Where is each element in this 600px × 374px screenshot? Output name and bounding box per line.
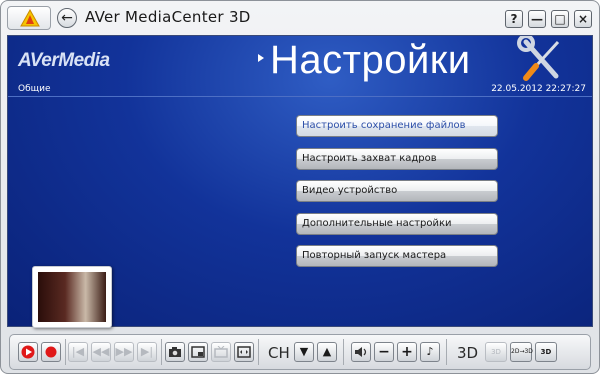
arrow-up-icon: ▲ [322,345,332,358]
app-window: ← AVer MediaCenter 3D ? — □ × AVerMedia … [0,0,600,374]
pip-icon [191,346,205,358]
teletext-button[interactable] [211,342,231,362]
minus-icon: − [378,344,390,360]
minimize-button[interactable]: — [528,10,546,28]
frame-capture-settings-button[interactable]: Настроить захват кадров [296,148,498,170]
aspect-ratio-button[interactable] [234,342,254,362]
back-button[interactable]: ← [57,8,77,28]
video-preview-thumbnail[interactable] [32,266,112,328]
status-bar: Общие 22.05.2012 22:27:27 [8,84,592,97]
skip-back-button[interactable]: |◀ [68,342,88,362]
save-files-settings-button[interactable]: Настроить сохранение файлов [296,115,498,137]
record-icon [45,346,57,358]
settings-panel: AVerMedia Настройки Общие 22.05.2012 22:… [7,35,593,328]
toolbar-divider [446,339,447,365]
record-button[interactable] [41,342,61,362]
toolbar-divider [65,339,66,365]
tools-icon [517,36,560,81]
plus-icon: + [401,344,413,360]
speaker-icon [355,347,367,357]
threed-settings-button[interactable]: 3D [535,342,557,362]
page-title: Настройки [270,38,471,82]
rewind-icon: ◀◀ [92,345,110,358]
convert-2d-to-3d-button[interactable]: 2D→3D [510,342,533,362]
audio-button[interactable]: ♪ [420,342,440,362]
skip-forward-icon: ▶| [140,345,154,358]
brand-logo: AVerMedia [18,50,110,71]
skip-forward-button[interactable]: ▶| [137,342,157,362]
toolbar-divider [258,339,259,365]
maximize-button[interactable]: □ [551,10,569,28]
threed-mode-button[interactable]: 3D [485,342,507,362]
mute-button[interactable] [351,342,371,362]
camera-icon [169,347,181,357]
toolbar-divider [161,339,162,365]
rerun-wizard-button[interactable]: Повторный запуск мастера [296,245,498,267]
window-title: AVer MediaCenter 3D [85,8,251,26]
toolbar-divider [343,339,344,365]
advanced-settings-button[interactable]: Дополнительные настройки [296,213,498,235]
channel-label: CH [268,344,290,362]
arrow-down-icon: ▼ [299,345,309,358]
volume-down-button[interactable]: − [374,342,394,362]
music-note-icon: ♪ [426,345,434,358]
tv-icon [214,345,228,358]
app-logo-button[interactable] [7,6,51,30]
back-arrow-icon: ← [61,10,73,26]
aspect-ratio-icon [237,346,251,358]
aver-logo-icon [20,9,40,27]
rewind-button[interactable]: ◀◀ [91,342,111,362]
snapshot-button[interactable] [165,342,185,362]
threed-label: 3D [457,344,479,362]
datetime-label: 22.05.2012 22:27:27 [491,84,586,94]
play-button[interactable] [18,342,38,362]
fast-forward-button[interactable]: ▶▶ [114,342,134,362]
pip-button[interactable] [188,342,208,362]
section-label: Общие [18,84,51,94]
close-button[interactable]: × [574,10,592,28]
title-arrow-icon [258,54,264,62]
channel-up-button[interactable]: ▲ [317,342,337,362]
skip-back-icon: |◀ [71,345,85,358]
title-bar: ← AVer MediaCenter 3D ? — □ × [1,1,599,35]
channel-down-button[interactable]: ▼ [294,342,314,362]
help-button[interactable]: ? [505,10,523,28]
volume-up-button[interactable]: + [397,342,417,362]
fast-forward-icon: ▶▶ [115,345,133,358]
playback-toolbar: |◀ ◀◀ ▶▶ ▶| CH ▼ ▲ − + ♪ 3D 3D 2D→3D 3D [9,334,591,370]
video-preview-image [38,272,106,322]
video-device-button[interactable]: Видео устройство [296,180,498,202]
play-icon [21,345,35,359]
